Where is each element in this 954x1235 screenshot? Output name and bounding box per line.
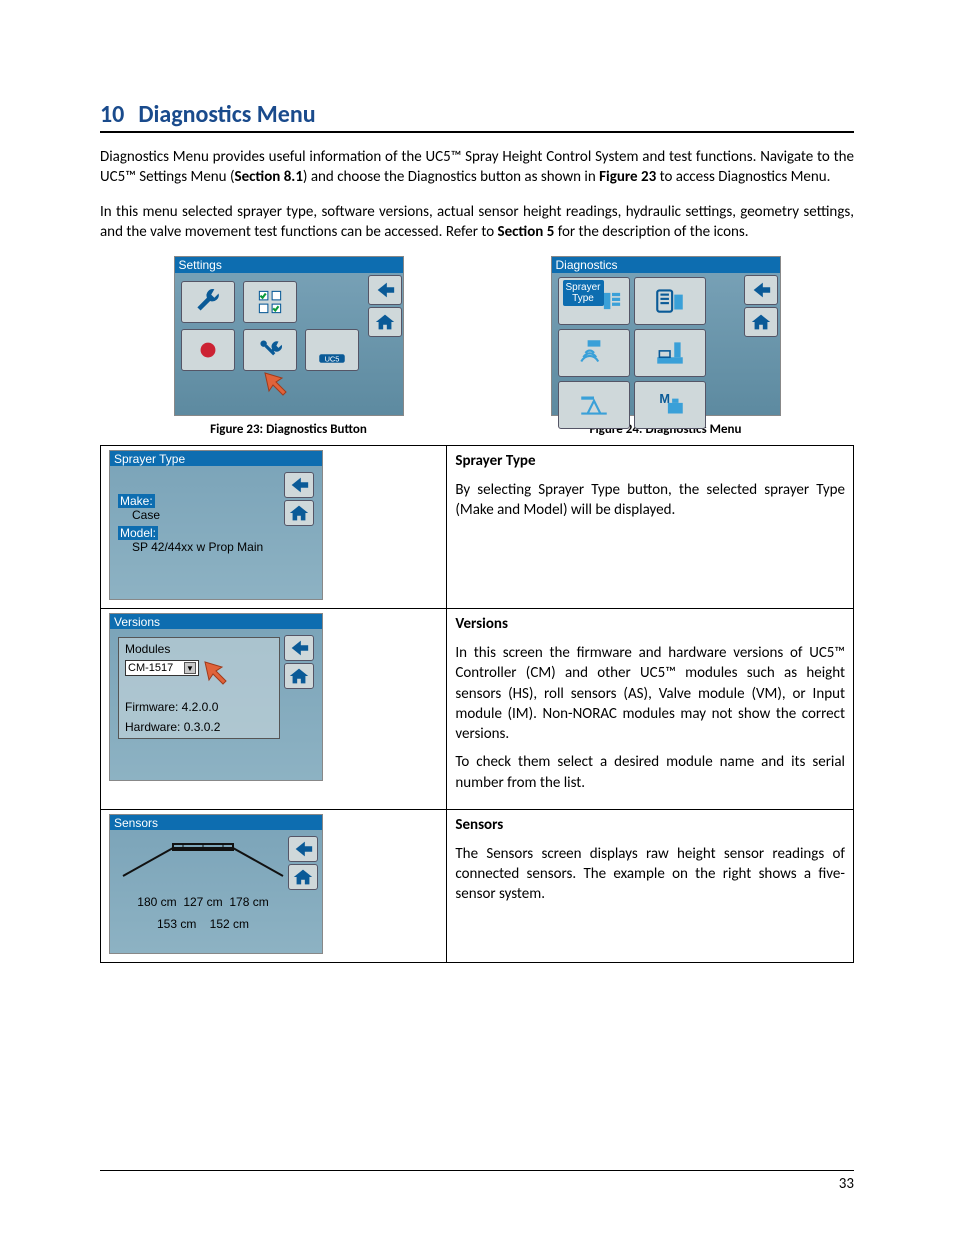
sensors-body: The Sensors screen displays raw height s… [455,844,845,905]
back-button[interactable] [284,472,314,498]
hydraulics-tile[interactable] [634,329,706,377]
make-label: Make: [118,494,155,508]
uc5-tile[interactable]: UC5 [305,329,359,371]
pointer-icon [195,658,225,688]
versions-heading: Versions [455,615,845,633]
home-button[interactable] [284,500,314,526]
sprayer-type-heading: Sprayer Type [455,452,845,470]
record-tile[interactable] [181,329,235,371]
sensors-heading: Sensors [455,816,845,834]
back-button[interactable] [744,275,778,305]
firmware-value: Firmware: 4.2.0.0 [125,700,273,714]
footer-rule [100,1170,854,1171]
screen-title: Sprayer Type [110,451,322,466]
back-button[interactable] [288,836,318,862]
description-table: Sprayer Type Make: Case Model: SP 42/44x… [100,445,854,963]
home-button[interactable] [744,307,778,337]
back-button[interactable] [284,635,314,661]
checklist-tile[interactable] [243,281,297,323]
boom-icon [118,836,288,892]
sprayer-type-screen: Sprayer Type Make: Case Model: SP 42/44x… [109,450,323,600]
sprayer-type-tile[interactable]: Sprayer Type [558,277,630,325]
sprayer-type-label: Sprayer Type [563,280,604,306]
figure-24: Diagnostics Sprayer Type [551,256,781,437]
page-number: 33 [839,1175,854,1193]
figures-row: Settings [100,256,854,437]
model-label: Model: [118,526,158,540]
settings-title: Settings [175,257,403,273]
screen-title: Versions [110,614,322,629]
versions-body-1: In this screen the firmware and hardware… [455,643,845,744]
home-button[interactable] [284,663,314,689]
pointer-icon [255,369,291,405]
section-heading: 10 Diagnostics Menu [100,100,854,133]
modules-label: Modules [125,642,273,656]
diagnostics-title: Diagnostics [552,257,780,273]
sensor-row-1: 180 cm 127 cm 178 cm [118,895,288,909]
diagnostics-tile[interactable] [243,329,297,371]
row-versions: Versions Modules CM-1517 ▼ [101,609,854,810]
para-1: Diagnostics Menu provides useful informa… [100,147,854,188]
wrench-tile[interactable] [181,281,235,323]
settings-screen: Settings [174,256,404,416]
geometry-tile[interactable] [558,381,630,429]
page: 10 Diagnostics Menu Diagnostics Menu prov… [0,0,954,1235]
para-2: In this menu selected sprayer type, soft… [100,202,854,243]
sensor-row-2: 153 cm 152 cm [118,917,288,931]
module-value: CM-1517 [128,662,173,674]
module-dropdown[interactable]: CM-1517 ▼ [125,660,199,676]
row-sprayer-type: Sprayer Type Make: Case Model: SP 42/44x… [101,446,854,609]
home-button[interactable] [288,864,318,890]
hardware-value: Hardware: 0.3.0.2 [125,720,273,734]
figure-23-caption: Figure 23: Diagnostics Button [174,422,404,437]
versions-tile[interactable] [634,277,706,325]
sensors-tile[interactable] [558,329,630,377]
svg-text:UC5: UC5 [324,355,339,364]
versions-body-2: To check them select a desired module na… [455,752,845,793]
diagnostics-screen: Diagnostics Sprayer Type [551,256,781,416]
sprayer-type-body: By selecting Sprayer Type button, the se… [455,480,845,521]
sensors-screen: Sensors 180 cm 127 cm 178 cm [109,814,323,954]
screen-title: Sensors [110,815,322,830]
section-number: 10 [100,100,124,129]
versions-screen: Versions Modules CM-1517 ▼ [109,613,323,781]
figure-23: Settings [174,256,404,437]
row-sensors: Sensors 180 cm 127 cm 178 cm [101,809,854,962]
manual-tile[interactable]: M [634,381,706,429]
section-title: Diagnostics Menu [138,100,315,129]
model-value: SP 42/44xx w Prop Main [118,540,280,554]
home-button[interactable] [368,307,402,337]
make-value: Case [118,508,280,522]
back-button[interactable] [368,275,402,305]
